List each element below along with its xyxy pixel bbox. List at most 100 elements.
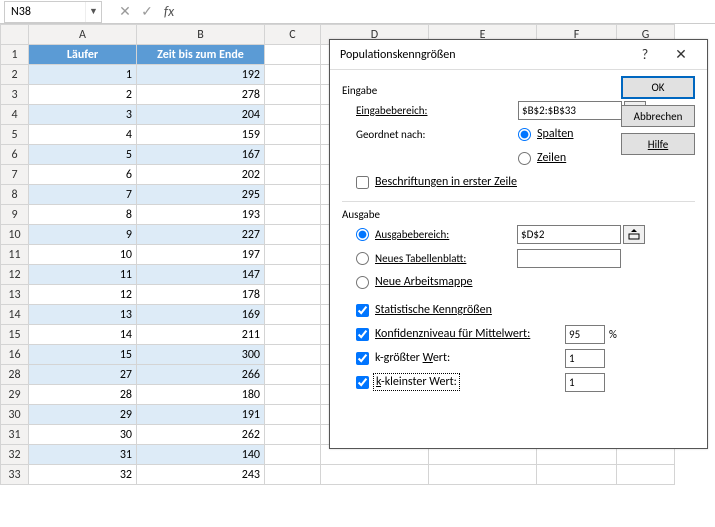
kth-smallest-field[interactable] (565, 373, 605, 392)
cell[interactable] (265, 325, 321, 345)
cell[interactable] (265, 285, 321, 305)
row-header[interactable]: 11 (1, 245, 29, 265)
row-header[interactable]: 14 (1, 305, 29, 325)
cell[interactable]: 167 (137, 145, 265, 165)
cell[interactable]: 192 (137, 65, 265, 85)
summary-stats-checkbox[interactable] (356, 304, 369, 317)
cell[interactable]: 266 (137, 365, 265, 385)
row-header[interactable]: 15 (1, 325, 29, 345)
kth-largest-checkbox[interactable] (356, 352, 369, 365)
cell[interactable]: 7 (29, 185, 137, 205)
col-header-A[interactable]: A (29, 25, 137, 45)
row-header[interactable]: 2 (1, 65, 29, 85)
output-range-field[interactable] (517, 225, 621, 244)
cell[interactable] (265, 345, 321, 365)
cell[interactable] (265, 365, 321, 385)
cell[interactable]: 12 (29, 285, 137, 305)
row-header[interactable]: 7 (1, 165, 29, 185)
cell[interactable]: 32 (29, 465, 137, 485)
cell[interactable]: 29 (29, 405, 137, 425)
input-range-field[interactable] (518, 101, 622, 120)
row-header[interactable]: 9 (1, 205, 29, 225)
cell[interactable]: 169 (137, 305, 265, 325)
cell[interactable] (265, 65, 321, 85)
kth-largest-field[interactable] (565, 349, 605, 368)
cell[interactable]: 300 (137, 345, 265, 365)
cell[interactable]: 262 (137, 425, 265, 445)
cell[interactable] (265, 185, 321, 205)
confidence-checkbox[interactable] (356, 328, 369, 341)
cell[interactable]: 227 (137, 225, 265, 245)
cell[interactable]: 8 (29, 205, 137, 225)
col-header-C[interactable]: C (265, 25, 321, 45)
check-icon[interactable]: ✓ (136, 3, 158, 20)
cell[interactable]: 4 (29, 125, 137, 145)
row-header[interactable]: 31 (1, 425, 29, 445)
cell[interactable] (265, 225, 321, 245)
cell[interactable]: 193 (137, 205, 265, 225)
cell[interactable] (265, 125, 321, 145)
cell[interactable]: 1 (29, 65, 137, 85)
row-header[interactable]: 12 (1, 265, 29, 285)
cell[interactable] (265, 465, 321, 485)
cell[interactable]: 204 (137, 105, 265, 125)
cell[interactable] (265, 385, 321, 405)
cell[interactable]: 15 (29, 345, 137, 365)
cell[interactable]: 27 (29, 365, 137, 385)
collapse-dialog-icon[interactable] (623, 225, 645, 244)
cell[interactable] (265, 85, 321, 105)
cell[interactable] (265, 265, 321, 285)
cell[interactable]: 5 (29, 145, 137, 165)
cell[interactable] (265, 405, 321, 425)
cell[interactable] (321, 465, 429, 485)
dialog-titlebar[interactable]: Populationskenngrößen ? ✕ (330, 40, 707, 70)
new-worksheet-field[interactable] (517, 249, 621, 268)
cancel-button[interactable]: Abbrechen (621, 105, 695, 127)
cell[interactable]: 180 (137, 385, 265, 405)
row-header[interactable]: 30 (1, 405, 29, 425)
row-header[interactable]: 1 (1, 45, 29, 65)
cell[interactable]: 10 (29, 245, 137, 265)
select-all-corner[interactable] (1, 25, 29, 45)
row-header[interactable]: 13 (1, 285, 29, 305)
cell[interactable] (265, 165, 321, 185)
cell[interactable]: 2 (29, 85, 137, 105)
cell[interactable]: 295 (137, 185, 265, 205)
output-range-radio[interactable] (356, 228, 369, 241)
cell[interactable]: 11 (29, 265, 137, 285)
kth-smallest-checkbox[interactable] (356, 376, 369, 389)
cell[interactable] (265, 305, 321, 325)
cell[interactable] (265, 45, 321, 65)
cell[interactable]: 278 (137, 85, 265, 105)
cell[interactable]: 211 (137, 325, 265, 345)
cell[interactable] (617, 465, 675, 485)
cell[interactable]: 178 (137, 285, 265, 305)
cell[interactable] (265, 205, 321, 225)
help-button[interactable]: Hilfe (621, 133, 695, 155)
labels-first-row-checkbox[interactable] (356, 176, 369, 189)
fx-icon[interactable]: fx (158, 3, 180, 20)
cell[interactable]: 197 (137, 245, 265, 265)
cell[interactable]: 28 (29, 385, 137, 405)
cancel-icon[interactable]: ✕ (114, 3, 136, 20)
name-box[interactable]: N38 ▼ (4, 1, 102, 23)
cell[interactable]: 30 (29, 425, 137, 445)
confidence-field[interactable] (565, 325, 605, 344)
cell[interactable] (537, 465, 617, 485)
cell[interactable] (265, 145, 321, 165)
row-header[interactable]: 28 (1, 365, 29, 385)
ok-button[interactable]: OK (621, 76, 695, 99)
cell[interactable]: Zeit bis zum Ende (137, 45, 265, 65)
chevron-down-icon[interactable]: ▼ (85, 2, 101, 22)
cell[interactable]: 3 (29, 105, 137, 125)
cell[interactable]: 202 (137, 165, 265, 185)
row-header[interactable]: 16 (1, 345, 29, 365)
row-header[interactable]: 3 (1, 85, 29, 105)
col-header-B[interactable]: B (137, 25, 265, 45)
cell[interactable]: 14 (29, 325, 137, 345)
cell[interactable] (265, 245, 321, 265)
row-header[interactable]: 4 (1, 105, 29, 125)
new-worksheet-radio[interactable] (356, 252, 369, 265)
cell[interactable]: 31 (29, 445, 137, 465)
cell[interactable]: 243 (137, 465, 265, 485)
